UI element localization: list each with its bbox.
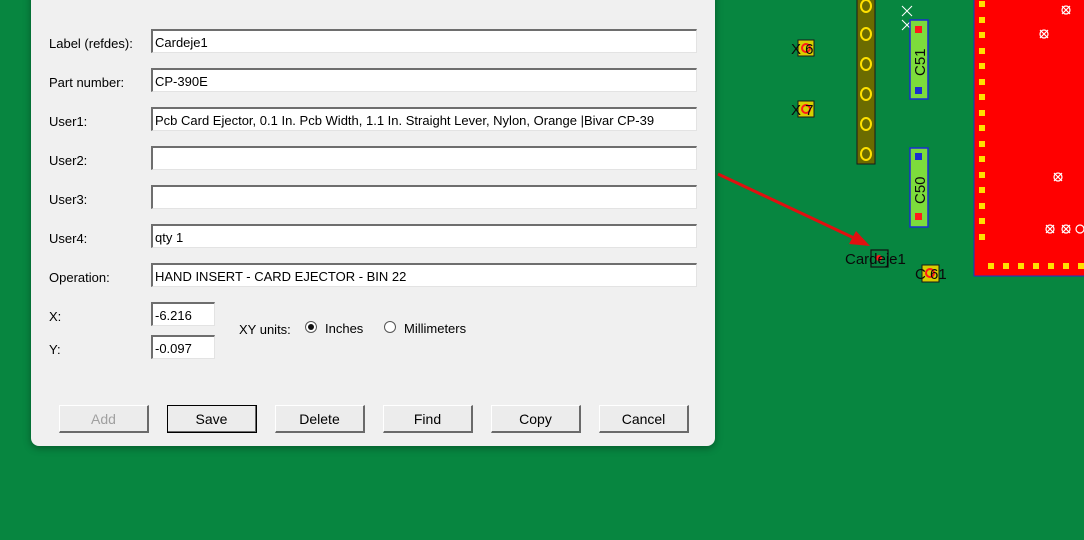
- user4-input[interactable]: [151, 224, 697, 248]
- capacitor-c51[interactable]: C51: [909, 19, 929, 100]
- label-refdes-input[interactable]: [151, 29, 697, 53]
- part-number-label: Part number:: [49, 75, 125, 90]
- save-button[interactable]: Save: [167, 405, 257, 433]
- xy-units-label: XY units:: [239, 322, 291, 337]
- red-component-block[interactable]: [973, 0, 1084, 277]
- user3-label: User3:: [49, 192, 88, 207]
- capacitor-c50[interactable]: C50: [909, 147, 929, 228]
- inches-radio-label[interactable]: Inches: [325, 321, 363, 336]
- y-coordinate-label: Y:: [49, 342, 61, 357]
- delete-button[interactable]: Delete: [275, 405, 365, 433]
- x-coordinate-label: X:: [49, 309, 62, 324]
- cancel-button[interactable]: Cancel: [599, 405, 689, 433]
- user3-input[interactable]: [151, 185, 697, 209]
- user1-input[interactable]: [151, 107, 697, 131]
- component-x6[interactable]: X 6: [791, 39, 815, 58]
- find-button[interactable]: Find: [383, 405, 473, 433]
- component-properties-dialog: Label (refdes): Part number: User1: User…: [31, 0, 715, 446]
- copy-button[interactable]: Copy: [491, 405, 581, 433]
- component-cardeje1[interactable]: Cardeje1: [845, 249, 906, 268]
- x7-label: X 7: [791, 102, 814, 119]
- part-number-input[interactable]: [151, 68, 697, 92]
- annotation-arrow: [717, 172, 870, 246]
- c51-label: C51: [912, 48, 929, 76]
- user4-label: User4:: [49, 231, 88, 246]
- operation-input[interactable]: [151, 263, 697, 287]
- cardeje1-label: Cardeje1: [845, 251, 906, 268]
- inches-radio[interactable]: [305, 321, 317, 333]
- x6-label: X 6: [791, 41, 814, 58]
- user2-label: User2:: [49, 153, 88, 168]
- millimeters-radio[interactable]: [384, 321, 396, 333]
- component-x7[interactable]: X 7: [791, 100, 815, 119]
- user1-label: User1:: [49, 114, 88, 129]
- label-refdes-label: Label (refdes):: [49, 36, 133, 51]
- add-button[interactable]: Add: [59, 405, 149, 433]
- c50-label: C50: [912, 176, 929, 204]
- y-coordinate-input[interactable]: [151, 335, 215, 359]
- operation-label: Operation:: [49, 270, 110, 285]
- user2-input[interactable]: [151, 146, 697, 170]
- component-c61[interactable]: C 61: [915, 264, 947, 283]
- c61-label: C 61: [915, 266, 947, 283]
- millimeters-radio-label[interactable]: Millimeters: [404, 321, 466, 336]
- x-coordinate-input[interactable]: [151, 302, 215, 326]
- connector-strip[interactable]: [856, 0, 876, 165]
